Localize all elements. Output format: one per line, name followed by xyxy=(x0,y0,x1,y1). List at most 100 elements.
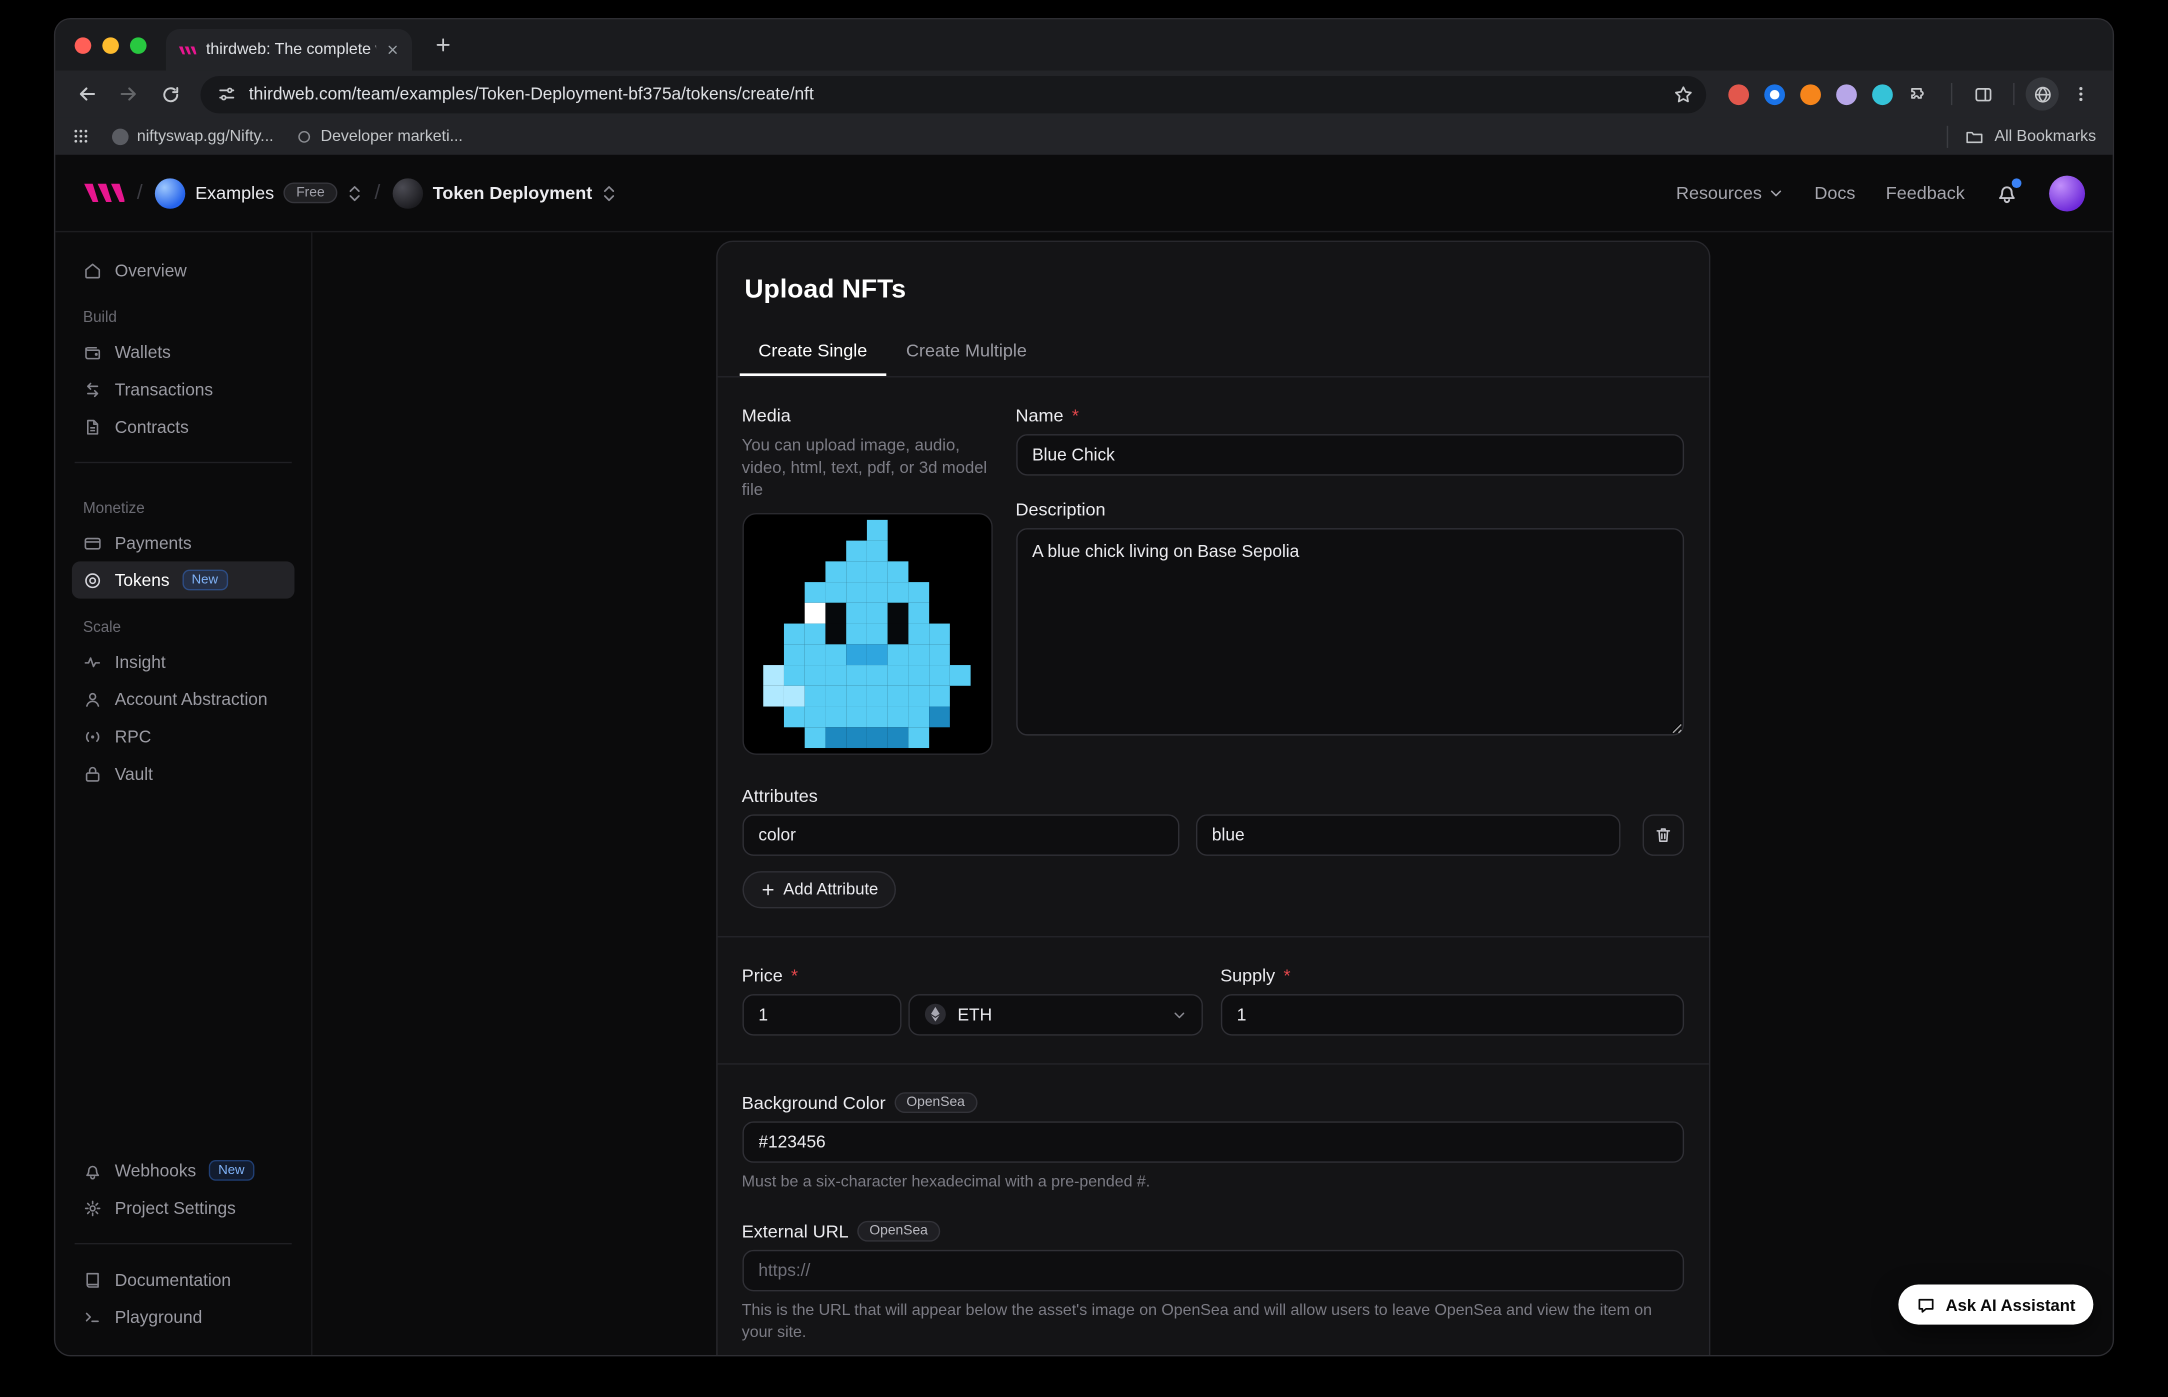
sidebar-item-label: Vault xyxy=(115,764,153,783)
bookmark-favicon xyxy=(296,128,313,145)
sidebar-item-tokens[interactable]: Tokens New xyxy=(72,561,295,598)
tab-create-single[interactable]: Create Single xyxy=(739,325,887,376)
minimize-window-button[interactable] xyxy=(102,37,119,54)
feedback-label: Feedback xyxy=(1886,183,1965,204)
all-bookmarks[interactable]: All Bookmarks xyxy=(1941,125,2097,147)
team-switcher[interactable]: Examples Free xyxy=(155,178,362,208)
attribute-trait-field[interactable] xyxy=(742,814,1179,855)
media-label: Media xyxy=(742,405,992,426)
docs-label: Docs xyxy=(1814,183,1855,204)
browser-tab[interactable]: thirdweb: The complete web... xyxy=(166,29,412,70)
bookmark-star-icon[interactable] xyxy=(1666,77,1699,110)
folder-icon xyxy=(1964,127,1983,146)
documentation-icon xyxy=(83,1270,102,1289)
metamask-icon[interactable] xyxy=(1800,84,1821,105)
transactions-icon xyxy=(83,380,102,399)
external-url-label: External URL OpenSea xyxy=(742,1221,1684,1242)
thirdweb-logo[interactable] xyxy=(83,181,124,205)
zoom-window-button[interactable] xyxy=(130,37,147,54)
sidebar-item-playground[interactable]: Playground xyxy=(72,1298,295,1335)
background-color-label: Background Color OpenSea xyxy=(742,1092,1684,1113)
supply-label: Supply * xyxy=(1220,964,1683,985)
price-field[interactable] xyxy=(742,994,901,1035)
address-bar[interactable]: thirdweb.com/team/examples/Token-Deploym… xyxy=(200,75,1706,112)
extension-icon-teal[interactable] xyxy=(1872,84,1893,105)
sidebar-divider xyxy=(75,462,292,463)
description-field[interactable]: A blue chick living on Base Sepolia xyxy=(1016,528,1684,735)
add-attribute-button[interactable]: Add Attribute xyxy=(742,870,896,907)
chevron-down-icon xyxy=(1170,1006,1187,1023)
resources-menu[interactable]: Resources xyxy=(1676,183,1784,204)
extension-icon-red[interactable] xyxy=(1728,84,1749,105)
background-color-field-group: Background Color OpenSea Must be a six-c… xyxy=(742,1092,1684,1194)
tab-close-icon[interactable] xyxy=(386,43,400,57)
sidebar-item-label: Playground xyxy=(115,1307,202,1326)
sidebar-item-label: Insight xyxy=(115,652,166,671)
chevron-down-icon xyxy=(1769,185,1784,200)
sidebar-divider xyxy=(75,1243,292,1244)
bookmark-item[interactable]: Developer marketi... xyxy=(296,128,463,145)
select-chevrons-icon[interactable] xyxy=(347,183,362,202)
ask-ai-assistant-button[interactable]: Ask AI Assistant xyxy=(1899,1284,2094,1324)
sidebar-item-label: Contracts xyxy=(115,417,189,436)
toolbar-divider xyxy=(1951,83,1952,105)
sidebar-item-webhooks[interactable]: Webhooks New xyxy=(72,1152,295,1189)
extensions-puzzle-icon[interactable] xyxy=(1908,84,1929,105)
sidebar-item-account-abstraction[interactable]: Account Abstraction xyxy=(72,680,295,717)
external-url-field-group: External URL OpenSea This is the URL tha… xyxy=(742,1221,1684,1344)
attribute-value-field[interactable] xyxy=(1195,814,1619,855)
account-abstraction-icon xyxy=(83,689,102,708)
project-name: Token Deployment xyxy=(433,183,592,204)
sidebar-section-scale: Scale xyxy=(83,619,283,636)
supply-group: Supply * xyxy=(1220,964,1683,1035)
new-tab-button[interactable] xyxy=(424,27,460,63)
background-color-field[interactable] xyxy=(742,1121,1684,1162)
sidebar-item-overview[interactable]: Overview xyxy=(72,252,295,289)
playground-terminal-icon xyxy=(83,1307,102,1326)
required-asterisk: * xyxy=(1283,964,1290,985)
bookmark-item[interactable]: niftyswap.gg/Nifty... xyxy=(112,128,274,145)
forward-button[interactable] xyxy=(109,75,148,114)
page-body: Overview Build Wallets Transactions Cont… xyxy=(55,232,2112,1355)
sidebar-item-contracts[interactable]: Contracts xyxy=(72,408,295,445)
project-switcher[interactable]: Token Deployment xyxy=(393,178,617,208)
supply-field[interactable] xyxy=(1220,994,1683,1035)
user-avatar[interactable] xyxy=(2049,175,2085,211)
sidebar-item-documentation[interactable]: Documentation xyxy=(72,1261,295,1298)
sidebar-item-rpc[interactable]: RPC xyxy=(72,718,295,755)
sidebar-item-label: Webhooks xyxy=(115,1161,196,1180)
nft-pixel-art xyxy=(763,519,970,747)
select-chevrons-icon[interactable] xyxy=(602,183,617,202)
media-upload-preview[interactable] xyxy=(742,512,992,754)
extension-icon-purple[interactable] xyxy=(1836,84,1857,105)
sidebar-item-payments[interactable]: Payments xyxy=(72,524,295,561)
external-url-field[interactable] xyxy=(742,1250,1684,1291)
back-button[interactable] xyxy=(68,75,107,114)
tab-title: thirdweb: The complete web... xyxy=(206,41,376,58)
sidebar-item-project-settings[interactable]: Project Settings xyxy=(72,1189,295,1226)
opensea-badge: OpenSea xyxy=(894,1092,977,1113)
extension-icon-blue[interactable] xyxy=(1764,84,1785,105)
feedback-link[interactable]: Feedback xyxy=(1886,183,1965,204)
profile-avatar[interactable] xyxy=(2026,77,2059,110)
sidebar-item-transactions[interactable]: Transactions xyxy=(72,371,295,408)
delete-attribute-button[interactable] xyxy=(1642,814,1683,855)
sidebar-item-insight[interactable]: Insight xyxy=(72,643,295,680)
sidebar-item-wallets[interactable]: Wallets xyxy=(72,333,295,370)
close-window-button[interactable] xyxy=(75,37,92,54)
media-help-text: You can upload image, audio, video, html… xyxy=(742,434,992,501)
side-panel-icon[interactable] xyxy=(1963,75,2002,114)
notifications-button[interactable] xyxy=(1995,181,2019,205)
apps-grid-icon[interactable] xyxy=(72,127,90,145)
card-tabs: Create Single Create Multiple xyxy=(717,325,1708,378)
sidebar-item-label: Transactions xyxy=(115,380,213,399)
tab-create-multiple[interactable]: Create Multiple xyxy=(887,325,1047,376)
reload-button[interactable] xyxy=(151,75,190,114)
docs-link[interactable]: Docs xyxy=(1814,183,1855,204)
name-field[interactable] xyxy=(1016,434,1684,475)
menu-kebab-icon[interactable] xyxy=(2062,75,2101,114)
currency-select[interactable]: ETH xyxy=(908,994,1203,1035)
price-label: Price * xyxy=(742,964,1202,985)
sidebar-item-vault[interactable]: Vault xyxy=(72,755,295,792)
window-controls xyxy=(75,37,147,54)
